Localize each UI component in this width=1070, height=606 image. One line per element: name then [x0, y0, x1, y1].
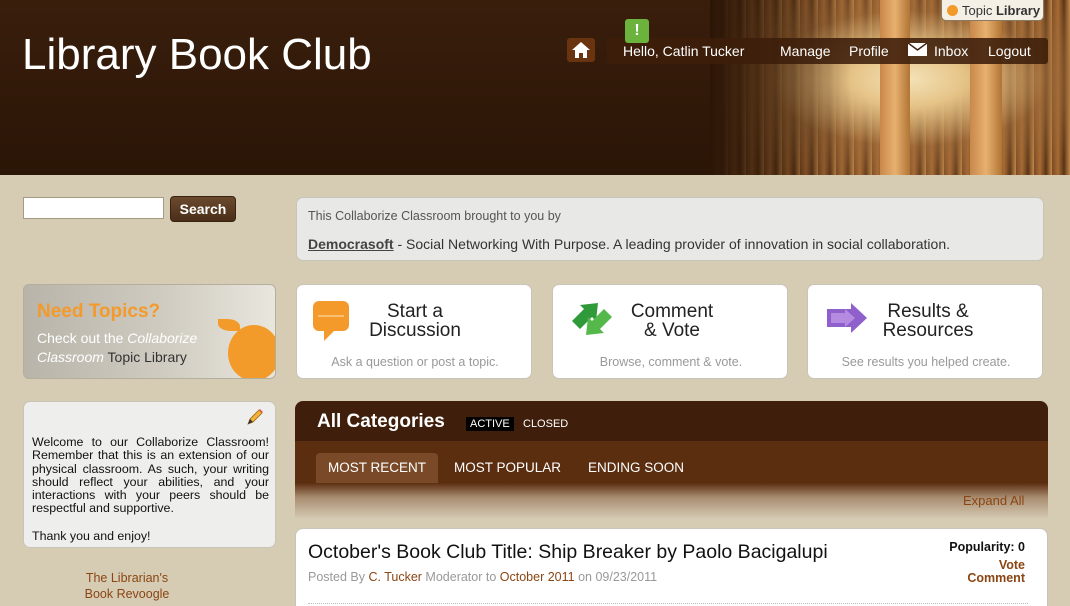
sponsor-intro: This Collaborize Classroom brought to yo… [308, 209, 561, 223]
democrasoft-link[interactable]: Democrasoft [308, 236, 394, 252]
comment-vote-line1: Comment [630, 301, 714, 322]
apple-icon [228, 325, 275, 378]
results-resources-subtitle: See results you helped create. [841, 355, 1011, 369]
topic-library-prefix: Topic [962, 3, 993, 18]
library-photo [710, 0, 1070, 175]
need-topics-text-post: Topic Library [103, 349, 187, 365]
need-topics-banner[interactable]: Need Topics? Check out the Collaborize C… [23, 284, 276, 379]
topic-meta: Posted By C. Tucker Moderator to October… [308, 570, 657, 584]
results-resources-line1: Results & [887, 301, 969, 322]
pencil-icon[interactable] [245, 407, 265, 427]
categories-fade [295, 483, 1048, 519]
sponsor-box: This Collaborize Classroom brought to yo… [296, 197, 1044, 261]
tab-ending-soon[interactable]: ENDING SOON [576, 453, 696, 483]
need-topics-text-pre: Check out the [37, 330, 128, 346]
results-resources-title: Results & Resources [858, 302, 998, 340]
comment-vote-button[interactable]: Comment & Vote Browse, comment & vote. [552, 284, 788, 379]
expand-all-link[interactable]: Expand All [963, 493, 1024, 508]
divider [308, 603, 1028, 604]
header: Library Book Club [0, 0, 1070, 175]
categories-title: All Categories [317, 411, 445, 432]
categories-panel: All Categories ACTIVE CLOSED MOST RECENT… [295, 401, 1048, 483]
tab-most-popular[interactable]: MOST POPULAR [442, 453, 573, 483]
search-input[interactable] [23, 197, 164, 219]
filter-active[interactable]: ACTIVE [466, 417, 514, 431]
post-date: 09/23/2011 [595, 570, 658, 584]
vote-link[interactable]: Vote [999, 558, 1025, 572]
nav-logout[interactable]: Logout [988, 43, 1031, 59]
category-link[interactable]: October 2011 [500, 570, 575, 584]
librarian-link-line2: Book Revoogle [84, 587, 170, 601]
welcome-thanks: Thank you and enjoy! [32, 529, 151, 543]
librarian-link[interactable]: The Librarian's Book Revoogle [81, 570, 173, 602]
site-title: Library Book Club [22, 30, 372, 79]
home-button[interactable] [567, 38, 595, 62]
sponsor-line: Democrasoft - Social Networking With Pur… [308, 236, 950, 252]
nav-manage[interactable]: Manage [780, 43, 831, 59]
librarian-link-line1: The Librarian's [85, 571, 169, 585]
sponsor-tagline: - Social Networking With Purpose. A lead… [393, 236, 951, 252]
topic-library-bold: Library [995, 3, 1041, 18]
role-to-label: Moderator to [421, 570, 500, 584]
start-discussion-button[interactable]: Start a Discussion Ask a question or pos… [296, 284, 532, 379]
apple-icon [947, 5, 958, 16]
nav-inbox[interactable]: Inbox [934, 43, 968, 59]
results-resources-line2: Resources [882, 320, 974, 341]
tab-most-recent[interactable]: MOST RECENT [316, 453, 439, 483]
results-resources-button[interactable]: Results & Resources See results you help… [807, 284, 1043, 379]
comment-vote-title: Comment & Vote [602, 302, 742, 340]
comment-vote-subtitle: Browse, comment & vote. [599, 355, 743, 369]
popularity: Popularity: 0 [949, 540, 1025, 554]
posted-by-label: Posted By [308, 570, 369, 584]
start-discussion-line1: Start a [387, 301, 443, 322]
notification-icon[interactable]: ! [625, 19, 649, 43]
topic-title[interactable]: October's Book Club Title: Ship Breaker … [308, 541, 828, 564]
author-link[interactable]: C. Tucker [368, 570, 422, 584]
start-discussion-title: Start a Discussion [345, 302, 485, 340]
comment-link[interactable]: Comment [967, 571, 1025, 585]
need-topics-text: Check out the Collaborize Classroom Topi… [37, 329, 227, 367]
user-greeting: Hello, Catlin Tucker [623, 43, 745, 59]
start-discussion-line2: Discussion [369, 320, 461, 341]
comment-vote-line2: & Vote [644, 320, 700, 341]
topic-library-tab[interactable]: Topic Library [941, 0, 1044, 21]
need-topics-title: Need Topics? [37, 301, 161, 322]
mail-icon [908, 43, 927, 56]
filter-closed[interactable]: CLOSED [523, 417, 568, 431]
search-button[interactable]: Search [170, 196, 236, 222]
start-discussion-subtitle: Ask a question or post a topic. [331, 355, 499, 369]
home-icon [572, 42, 590, 58]
on-label: on [574, 570, 596, 584]
welcome-box: Welcome to our Collaborize Classroom! Re… [23, 401, 276, 548]
welcome-text: Welcome to our Collaborize Classroom! Re… [32, 435, 269, 516]
nav-profile[interactable]: Profile [849, 43, 889, 59]
topic-card: October's Book Club Title: Ship Breaker … [295, 528, 1048, 606]
